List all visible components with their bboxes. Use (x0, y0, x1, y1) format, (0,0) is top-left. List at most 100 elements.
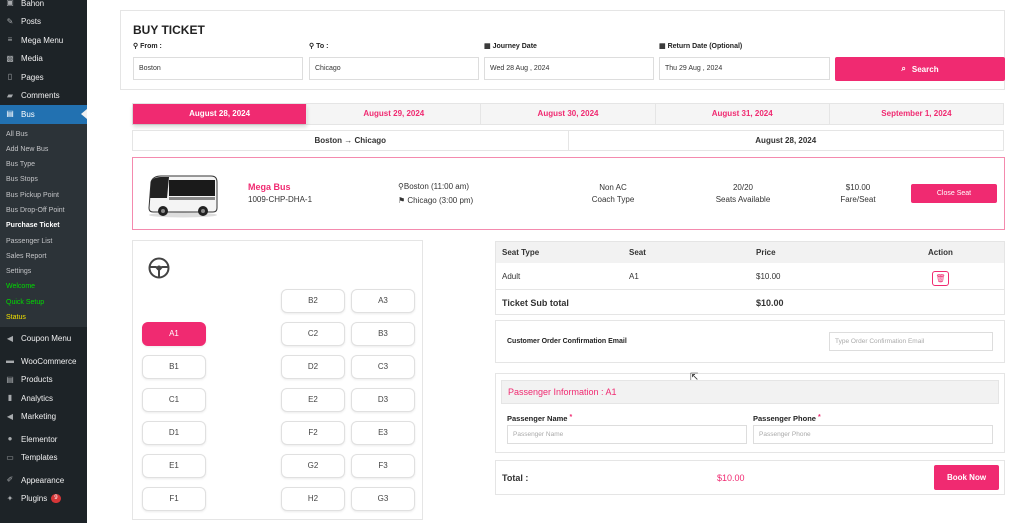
location-marker-icon: ⚑ (398, 196, 406, 205)
submenu-item-quick-setup[interactable]: Quick Setup (0, 295, 87, 310)
sidebar-item-posts[interactable]: ✎ Posts (0, 13, 87, 32)
passenger-phone-input[interactable]: Passenger Phone (753, 425, 993, 444)
seat-c2[interactable]: C2 (281, 322, 345, 346)
to-input[interactable]: Chicago (309, 57, 479, 80)
sidebar-item-media[interactable]: ▩ Media (0, 50, 87, 69)
submenu-item-bus-pickup-point[interactable]: Bus Pickup Point (0, 188, 87, 203)
sidebar-item-appearance[interactable]: ✐ Appearance (0, 471, 87, 490)
subtotal-row: Ticket Sub total $10.00 (502, 298, 784, 308)
submenu-item-bus-stops[interactable]: Bus Stops (0, 172, 87, 187)
submenu-item-bus-type[interactable]: Bus Type (0, 157, 87, 172)
sidebar-item-templates[interactable]: ▭ Templates (0, 448, 87, 467)
seat-d2[interactable]: D2 (281, 355, 345, 379)
route-date: August 28, 2024 (755, 136, 817, 145)
submenu-item-bus-drop-off-point[interactable]: Bus Drop-Off Point (0, 203, 87, 218)
sidebar-item-comments[interactable]: ▰ Comments (0, 87, 87, 106)
dropping-point: ⚑ Chicago (3:00 pm) (398, 196, 474, 205)
seat-a1[interactable]: A1 (142, 322, 206, 346)
seat-h2[interactable]: H2 (281, 487, 345, 511)
location-pin-icon: ⚲ (309, 43, 315, 50)
bus-name: Mega Bus (248, 182, 291, 192)
boarding-point: ⚲Boston (11:00 am) (398, 182, 470, 191)
submenu-item-status[interactable]: Status (0, 310, 87, 325)
passenger-title: Passenger Information : A1 (501, 380, 999, 404)
route-summary: Boston → Chicago (133, 131, 569, 150)
menu-icon: ≡ (7, 35, 13, 45)
sidebar-item-products[interactable]: ▤ Products (0, 370, 87, 389)
page-title: BUY TICKET (133, 23, 205, 37)
tab-date-1[interactable]: August 28, 2024 (133, 104, 308, 124)
seat-a3[interactable]: A3 (351, 289, 415, 313)
seat-f3[interactable]: F3 (351, 454, 415, 478)
mouse-cursor: ⇱ (690, 372, 699, 383)
seat-b3[interactable]: B3 (351, 322, 415, 346)
submenu-item-welcome[interactable]: Welcome (0, 279, 87, 294)
return-date-label: ▦ Return Date (Optional) (659, 43, 743, 50)
sidebar-item-coupon-menu[interactable]: ◀ Coupon Menu (0, 329, 87, 348)
location-pin-icon: ⚲ (133, 43, 139, 50)
email-field[interactable]: Type Order Confirmation Email (829, 332, 993, 351)
sidebar-item-woocommerce[interactable]: ▬ WooCommerce (0, 352, 87, 371)
date-tabs: August 28, 2024 August 29, 2024 August 30,… (132, 103, 1004, 125)
bus-code: 1009-CHP-DHA-1 (248, 195, 313, 204)
seat-g3[interactable]: G3 (351, 487, 415, 511)
search-button[interactable]: ⌕ Search (835, 57, 1005, 81)
seat-b2[interactable]: B2 (281, 289, 345, 313)
seat-d3[interactable]: D3 (351, 388, 415, 412)
main-content: BUY TICKET ⚲ From : ⚲ To : ▦ Journey Dat… (87, 0, 1024, 523)
admin-sidebar: ▣ Bahon ✎ Posts ≡ Mega Menu ▩ Media ▯ Pages ▰ Comme… (0, 0, 87, 523)
bus-image (148, 175, 218, 218)
coach-type: Non AC Coach Type (591, 183, 635, 204)
sidebar-item-bus[interactable]: ▤ Bus (0, 105, 87, 124)
book-now-button[interactable]: Book Now (934, 465, 999, 490)
tab-date-4[interactable]: August 31, 2024 (656, 104, 830, 124)
submenu-item-purchase-ticket[interactable]: Purchase Ticket (0, 218, 87, 233)
seat-f1[interactable]: F1 (142, 487, 206, 511)
sidebar-item-analytics[interactable]: ▮ Analytics (0, 389, 87, 408)
table-row: Adult A1 $10.00 (496, 263, 1004, 290)
media-icon: ▩ (6, 53, 14, 63)
seats-available: 20/20 Seats Available (715, 183, 771, 204)
sidebar-item-elementor[interactable]: ● Elementor (0, 430, 87, 449)
seat-e1[interactable]: E1 (142, 454, 206, 478)
bus-card: Mega Bus 1009-CHP-DHA-1 ⚲Boston (11:00 a… (132, 157, 1005, 230)
seat-d1[interactable]: D1 (142, 421, 206, 445)
passenger-name-label: Passenger Name * (507, 414, 573, 423)
seat-b1[interactable]: B1 (142, 355, 206, 379)
bus-icon: ▣ (6, 0, 14, 8)
seat-c1[interactable]: C1 (142, 388, 206, 412)
seat-f2[interactable]: F2 (281, 421, 345, 445)
submenu-item-add-new-bus[interactable]: Add New Bus (0, 142, 87, 157)
passenger-name-input[interactable]: Passenger Name (507, 425, 747, 444)
archive-icon: ▤ (6, 374, 14, 384)
journey-date-input[interactable]: Wed 28 Aug , 2024 (484, 57, 654, 80)
close-seat-button[interactable]: Close Seat (911, 184, 997, 203)
seat-c3[interactable]: C3 (351, 355, 415, 379)
submenu-item-passenger-list[interactable]: Passenger List (0, 234, 87, 249)
sidebar-item-plugins[interactable]: ✦ Plugins 9 (0, 489, 87, 508)
page-icon: ▯ (7, 72, 13, 82)
to-label: ⚲ To : (309, 43, 329, 50)
seat-e2[interactable]: E2 (281, 388, 345, 412)
return-date-input[interactable]: Thu 29 Aug , 2024 (659, 57, 830, 80)
from-input[interactable]: Boston (133, 57, 303, 80)
woo-icon: ▬ (6, 356, 14, 366)
tab-date-3[interactable]: August 30, 2024 (481, 104, 656, 124)
tab-date-2[interactable]: August 29, 2024 (307, 104, 482, 124)
sidebar-item-bahon[interactable]: ▣ Bahon (0, 0, 87, 13)
sidebar-item-marketing[interactable]: ◀ Marketing (0, 407, 87, 426)
passenger-phone-label: Passenger Phone * (753, 414, 821, 423)
sidebar-item-mega-menu[interactable]: ≡ Mega Menu (0, 31, 87, 50)
sidebar-item-pages[interactable]: ▯ Pages (0, 68, 87, 87)
tab-date-5[interactable]: September 1, 2024 (830, 104, 1003, 124)
brush-icon: ✐ (6, 475, 14, 485)
delete-seat-button[interactable]: 🗑 (932, 271, 949, 286)
seat-e3[interactable]: E3 (351, 421, 415, 445)
seat-g2[interactable]: G2 (281, 454, 345, 478)
submenu-item-all-bus[interactable]: All Bus (0, 127, 87, 142)
submenu-item-settings[interactable]: Settings (0, 264, 87, 279)
bus-submenu: All Bus Add New Bus Bus Type Bus Stops Bus P… (0, 123, 87, 328)
submenu-item-sales-report[interactable]: Sales Report (0, 249, 87, 264)
steering-wheel-icon (148, 257, 170, 279)
calendar-icon: ▦ (484, 43, 491, 50)
